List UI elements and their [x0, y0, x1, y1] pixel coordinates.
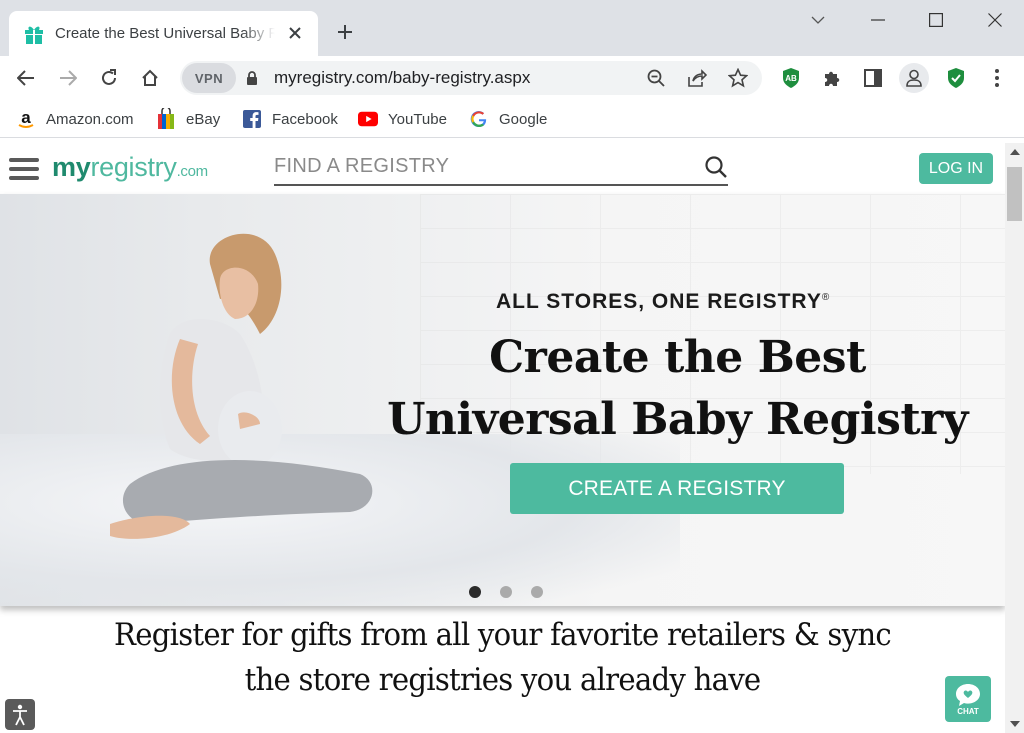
back-arrow-icon	[17, 70, 34, 86]
bookmark-youtube[interactable]: YouTube	[358, 108, 447, 130]
scroll-up-arrow-icon[interactable]	[1010, 149, 1020, 155]
forward-button[interactable]	[54, 64, 82, 92]
hero-title: Create the Best Universal Baby Registry	[387, 332, 968, 445]
site-header: myregistry.com LOG IN	[0, 143, 1005, 193]
close-icon	[988, 13, 1002, 27]
side-panel-icon	[864, 69, 882, 87]
puzzle-icon	[825, 71, 840, 86]
share-icon[interactable]	[685, 66, 709, 90]
create-registry-button[interactable]: CREATE A REGISTRY	[510, 463, 844, 514]
reload-button[interactable]	[95, 64, 123, 92]
bookmarks-bar: a Amazon.com eBay Facebook YouTube Googl…	[0, 100, 1024, 138]
section-heading: Register for gifts from all your favorit…	[114, 617, 892, 698]
login-button[interactable]: LOG IN	[919, 153, 993, 184]
new-tab-button[interactable]	[333, 20, 357, 44]
svg-text:AB: AB	[785, 74, 797, 83]
close-window-button[interactable]	[977, 6, 1013, 34]
vpn-badge[interactable]: VPN	[182, 63, 236, 93]
site-logo[interactable]: myregistry.com	[52, 152, 208, 183]
browser-tab[interactable]: Create the Best Universal Baby Registry …	[9, 11, 318, 56]
profile-icon	[906, 69, 922, 87]
search-icon[interactable]	[704, 155, 728, 179]
bookmark-ebay[interactable]: eBay	[156, 108, 220, 130]
web-page: myregistry.com LOG IN ALL STORES, ONE	[0, 143, 1005, 733]
forward-arrow-icon	[60, 70, 77, 86]
home-icon	[142, 69, 158, 86]
minimize-button[interactable]	[860, 6, 896, 34]
amazon-icon: a	[16, 109, 36, 129]
side-panel-button[interactable]	[859, 64, 887, 92]
bookmark-google[interactable]: Google	[469, 108, 547, 130]
google-icon	[469, 109, 489, 129]
hero-banner: ALL STORES, ONE REGISTRY® Create the Bes…	[0, 194, 1005, 606]
hero-tagline: ALL STORES, ONE REGISTRY®	[496, 290, 831, 313]
browser-toolbar: VPN myregistry.com/baby-registry.aspx AB	[0, 56, 1024, 100]
find-registry-input[interactable]	[274, 151, 674, 181]
url-text[interactable]: myregistry.com/baby-registry.aspx	[274, 68, 530, 88]
star-icon[interactable]	[726, 66, 750, 90]
zoom-out-icon[interactable]	[644, 66, 668, 90]
reload-icon	[102, 69, 116, 85]
lock-icon[interactable]	[246, 71, 258, 85]
hamburger-menu-icon[interactable]	[9, 158, 39, 180]
back-button[interactable]	[12, 64, 40, 92]
ebay-icon	[156, 108, 176, 129]
security-extension[interactable]	[942, 64, 970, 92]
gift-icon	[25, 26, 43, 44]
chat-button[interactable]: CHAT	[945, 676, 991, 722]
shield-check-icon	[948, 68, 964, 88]
chat-heart-icon	[956, 683, 980, 706]
carousel-dot-3[interactable]	[531, 586, 543, 598]
bookmark-amazon[interactable]: a Amazon.com	[16, 108, 134, 130]
carousel-dot-1[interactable]	[469, 586, 481, 598]
browser-menu-button[interactable]	[983, 64, 1011, 92]
profile-button[interactable]	[899, 63, 929, 93]
page-scrollbar[interactable]	[1005, 143, 1024, 733]
extensions-button[interactable]	[818, 64, 846, 92]
facebook-icon	[242, 109, 262, 129]
maximize-icon	[929, 13, 943, 27]
youtube-icon	[358, 109, 378, 129]
menu-dots-icon	[995, 69, 999, 87]
home-button[interactable]	[136, 64, 164, 92]
accessibility-icon	[13, 704, 27, 725]
plus-icon	[338, 25, 352, 39]
carousel-dots	[469, 586, 543, 598]
minimize-icon	[871, 19, 885, 21]
scrollbar-thumb[interactable]	[1007, 167, 1022, 221]
title-bar: Create the Best Universal Baby Registry …	[0, 0, 1024, 56]
adblock-extension[interactable]: AB	[777, 64, 805, 92]
chevron-down-icon	[811, 16, 825, 24]
address-bar[interactable]: VPN myregistry.com/baby-registry.aspx	[180, 61, 762, 95]
close-tab-icon[interactable]	[284, 22, 306, 44]
tab-title: Create the Best Universal Baby Registry …	[55, 25, 275, 42]
scroll-down-arrow-icon[interactable]	[1010, 721, 1020, 727]
carousel-dot-2[interactable]	[500, 586, 512, 598]
maximize-button[interactable]	[918, 6, 954, 34]
accessibility-button[interactable]	[5, 699, 35, 730]
tab-search-button[interactable]	[800, 6, 836, 34]
bookmark-facebook[interactable]: Facebook	[242, 108, 338, 130]
adblock-icon: AB	[783, 68, 799, 88]
svg-text:a: a	[21, 109, 31, 127]
find-registry-search	[274, 151, 728, 186]
